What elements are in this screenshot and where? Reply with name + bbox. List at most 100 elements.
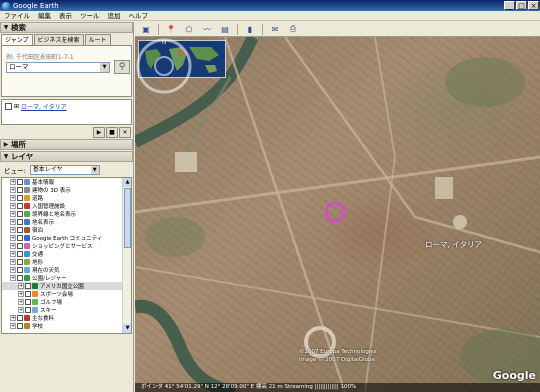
layer-item[interactable]: + Google Earth コミュニティ — [2, 234, 131, 242]
search-input[interactable]: ローマ ▼ — [6, 62, 110, 73]
scroll-thumb[interactable] — [124, 188, 131, 248]
result-label[interactable]: ローマ, イタリア — [21, 102, 67, 111]
play-button[interactable]: ▶ — [93, 127, 105, 138]
sidebar-toggle-icon[interactable]: ▣ — [140, 23, 152, 35]
expand-toggle-icon[interactable]: + — [10, 211, 16, 217]
expand-toggle-icon[interactable]: + — [10, 315, 16, 321]
tab-fly-to[interactable]: ジャンプ — [1, 34, 33, 45]
layer-checkbox[interactable] — [17, 219, 23, 225]
menu-view[interactable]: 表示 — [55, 11, 76, 21]
layer-checkbox[interactable] — [25, 283, 31, 289]
print-icon[interactable]: ⎙ — [287, 23, 299, 35]
layer-checkbox[interactable] — [17, 243, 23, 249]
expand-toggle-icon[interactable]: + — [18, 299, 24, 305]
layer-checkbox[interactable] — [17, 235, 23, 241]
layer-item[interactable]: + 地形 — [2, 258, 131, 266]
places-panel-header[interactable]: ▶ 場所 — [0, 139, 133, 150]
layer-item[interactable]: + 基本情報 — [2, 178, 131, 186]
layer-item[interactable]: + スポーツ会場 — [2, 290, 131, 298]
tab-find-businesses[interactable]: ビジネスを検索 — [33, 34, 84, 45]
layer-checkbox[interactable] — [17, 187, 23, 193]
expand-toggle-icon[interactable]: + — [10, 323, 16, 329]
layer-checkbox[interactable] — [17, 267, 23, 273]
stop-button[interactable]: ■ — [106, 127, 118, 138]
expand-toggle-icon[interactable]: + — [18, 307, 24, 313]
layer-icon — [24, 187, 30, 193]
layer-item[interactable]: + アメリカ国立公園 — [2, 282, 131, 290]
layer-item[interactable]: + ショッピングとサービス — [2, 242, 131, 250]
dropdown-arrow-icon[interactable]: ▼ — [100, 63, 109, 72]
navigation-compass[interactable]: N — [135, 37, 193, 95]
scroll-down-icon[interactable]: ▼ — [123, 324, 131, 333]
layer-item[interactable]: + 入国管理施設 — [2, 202, 131, 210]
search-button[interactable]: ⚲ — [114, 60, 130, 74]
polygon-add-icon[interactable]: ⬠ — [183, 23, 195, 35]
layer-checkbox[interactable] — [25, 307, 31, 313]
layer-checkbox[interactable] — [17, 275, 23, 281]
layer-checkbox[interactable] — [17, 227, 23, 233]
layer-item[interactable]: + 学校 — [2, 322, 131, 330]
layers-scrollbar[interactable]: ▲ ▼ — [122, 178, 131, 333]
tab-directions[interactable]: ルート — [84, 34, 111, 45]
expand-toggle-icon[interactable]: + — [10, 251, 16, 257]
maximize-button[interactable]: □ — [516, 1, 527, 10]
result-checkbox[interactable] — [5, 103, 12, 110]
expand-toggle-icon[interactable]: + — [10, 179, 16, 185]
layer-item[interactable]: + 主な食料 — [2, 314, 131, 322]
menu-edit[interactable]: 編集 — [34, 11, 55, 21]
layer-item[interactable]: + スキー — [2, 306, 131, 314]
search-panel-header[interactable]: ▼ 検索 — [0, 22, 133, 33]
expand-toggle-icon[interactable]: + — [10, 275, 16, 281]
placemark-add-icon[interactable]: 📍 — [165, 23, 177, 35]
menu-tools[interactable]: ツール — [76, 11, 104, 21]
dropdown-arrow-icon[interactable]: ▼ — [90, 166, 99, 174]
layer-checkbox[interactable] — [25, 299, 31, 305]
expand-toggle-icon[interactable]: + — [10, 219, 16, 225]
layer-checkbox[interactable] — [17, 315, 23, 321]
expand-toggle-icon[interactable]: + — [18, 283, 24, 289]
layer-checkbox[interactable] — [17, 203, 23, 209]
menu-file[interactable]: ファイル — [0, 11, 34, 21]
scroll-up-icon[interactable]: ▲ — [123, 178, 131, 187]
menu-add[interactable]: 追加 — [104, 11, 125, 21]
layers-panel-header[interactable]: ▼ レイヤ — [0, 151, 133, 162]
layer-item[interactable]: + 地名表示 — [2, 218, 131, 226]
layer-checkbox[interactable] — [17, 323, 23, 329]
expand-toggle-icon[interactable]: + — [18, 291, 24, 297]
map-view[interactable]: N ローマ, イタリア ©2007 Europa Technologies Im… — [135, 37, 540, 392]
place-label[interactable]: ローマ, イタリア — [425, 239, 482, 250]
expand-toggle-icon[interactable]: + — [10, 227, 16, 233]
clear-button[interactable]: ✕ — [119, 127, 131, 138]
expand-toggle-icon[interactable]: + — [10, 259, 16, 265]
layer-item[interactable]: + 公園/レジャー — [2, 274, 131, 282]
expand-toggle-icon[interactable]: + — [10, 195, 16, 201]
layer-checkbox[interactable] — [17, 259, 23, 265]
layer-item[interactable]: + 現在の天気 — [2, 266, 131, 274]
ruler-icon[interactable]: ▮ — [244, 23, 256, 35]
view-select[interactable]: 基本レイヤ ▼ — [29, 165, 100, 175]
expand-toggle-icon[interactable]: + — [10, 187, 16, 193]
image-overlay-icon[interactable]: ▤ — [219, 23, 231, 35]
path-add-icon[interactable]: 〰 — [201, 23, 213, 35]
menu-help[interactable]: ヘルプ — [125, 11, 153, 21]
layer-item[interactable]: + 交通 — [2, 250, 131, 258]
expand-toggle-icon[interactable]: + — [10, 267, 16, 273]
layer-checkbox[interactable] — [17, 179, 23, 185]
expand-toggle-icon[interactable]: + — [10, 235, 16, 241]
layer-item[interactable]: + 道路 — [2, 194, 131, 202]
layer-item[interactable]: + 境界線と地名表示 — [2, 210, 131, 218]
close-button[interactable]: × — [528, 1, 539, 10]
layer-checkbox[interactable] — [17, 195, 23, 201]
layer-checkbox[interactable] — [17, 211, 23, 217]
layer-checkbox[interactable] — [17, 251, 23, 257]
minimize-button[interactable]: _ — [504, 1, 515, 10]
result-item[interactable]: ⊞ ローマ, イタリア — [5, 102, 67, 111]
layer-item[interactable]: + 建物の 3D 表示 — [2, 186, 131, 194]
expand-toggle-icon[interactable]: + — [10, 243, 16, 249]
layer-checkbox[interactable] — [25, 291, 31, 297]
layer-icon — [24, 219, 30, 225]
email-icon[interactable]: ✉ — [269, 23, 281, 35]
expand-toggle-icon[interactable]: + — [10, 203, 16, 209]
layer-item[interactable]: + 宿泊 — [2, 226, 131, 234]
layer-item[interactable]: + ゴルフ場 — [2, 298, 131, 306]
